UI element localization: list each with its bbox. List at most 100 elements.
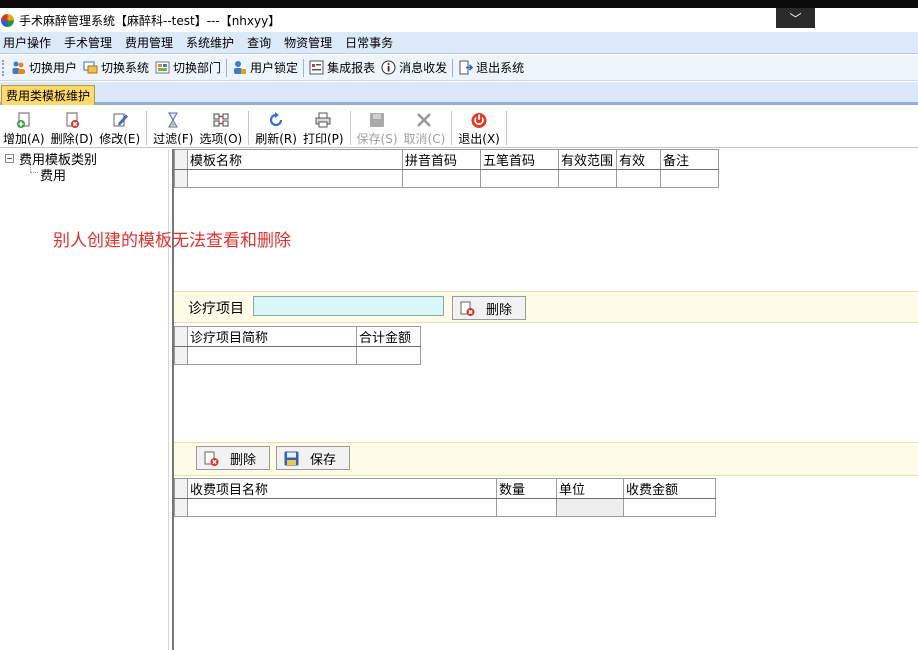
- diag-delete-button[interactable]: 删除: [452, 296, 526, 320]
- save-button[interactable]: 保存(S): [354, 111, 401, 147]
- diag-delete-label: 删除: [486, 302, 513, 318]
- column-header[interactable]: 收费项目名称: [187, 478, 497, 499]
- row-indicator-header: [174, 478, 188, 499]
- fee-delete-label: 删除: [230, 452, 257, 468]
- table-cell[interactable]: [402, 169, 481, 188]
- fee-save-button[interactable]: 保存: [276, 446, 350, 470]
- switch-system-label: 切换系统: [101, 61, 150, 75]
- users-icon: [11, 60, 26, 75]
- filter-button[interactable]: 过滤(F): [150, 111, 196, 147]
- column-header[interactable]: 收费金额: [623, 478, 716, 499]
- column-header[interactable]: 备注: [660, 149, 719, 170]
- toolbar-separator: [505, 111, 507, 145]
- options-label: 选项(O): [199, 132, 243, 146]
- column-header[interactable]: 模板名称: [187, 149, 403, 170]
- fee-item-grid: 收费项目名称 数量 单位 收费金额: [174, 478, 716, 517]
- switch-user-button[interactable]: 切换用户: [8, 58, 80, 78]
- edit-button[interactable]: 修改(E): [96, 111, 143, 147]
- table-cell[interactable]: [496, 498, 557, 517]
- diag-item-grid: 诊疗项目简称 合计金额: [174, 326, 421, 365]
- cancel-x-icon: [415, 111, 433, 129]
- column-header[interactable]: 数量: [496, 478, 557, 499]
- switch-dept-button[interactable]: 切换部门: [152, 58, 224, 78]
- switch-system-button[interactable]: 切换系统: [80, 58, 152, 78]
- table-row[interactable]: [174, 169, 719, 188]
- row-indicator-header: [174, 149, 188, 170]
- row-indicator: [174, 346, 188, 365]
- table-cell[interactable]: [616, 169, 661, 188]
- column-header[interactable]: 有效范围: [558, 149, 617, 170]
- tree-collapse-toggle[interactable]: −: [5, 154, 14, 163]
- column-header[interactable]: 五笔首码: [480, 149, 559, 170]
- exit-label: 退出(X): [458, 132, 500, 146]
- table-cell: [556, 498, 624, 517]
- toolbar-separator: [146, 111, 148, 145]
- app-logo-icon: [1, 13, 14, 27]
- table-row[interactable]: [174, 346, 421, 365]
- tree-connector: [30, 162, 31, 172]
- refresh-button[interactable]: 刷新(R): [252, 111, 300, 147]
- table-cell[interactable]: [187, 346, 357, 365]
- integrated-report-label: 集成报表: [327, 61, 376, 75]
- menu-fees[interactable]: 费用管理: [120, 34, 181, 51]
- menu-query[interactable]: 查询: [242, 34, 279, 51]
- diag-item-input[interactable]: [253, 296, 444, 316]
- exit-system-button[interactable]: 退出系统: [455, 58, 527, 78]
- add-button[interactable]: 增加(A): [0, 111, 48, 147]
- toolbar-separator: [349, 111, 351, 145]
- table-cell[interactable]: [623, 498, 716, 517]
- tab-strip-accent: [0, 102, 918, 105]
- options-button[interactable]: 选项(O): [196, 111, 245, 147]
- row-indicator: [174, 169, 188, 188]
- edit-label: 修改(E): [99, 132, 141, 146]
- exit-button[interactable]: 退出(X): [455, 111, 503, 147]
- print-button[interactable]: 打印(P): [300, 111, 347, 147]
- messages-label: 消息收发: [399, 61, 448, 75]
- menu-user-ops[interactable]: 用户操作: [0, 34, 59, 51]
- cancel-label: 取消(C): [403, 132, 446, 146]
- menu-system[interactable]: 系统维护: [181, 34, 242, 51]
- exit-system-label: 退出系统: [476, 61, 525, 75]
- hourglass-filter-icon: [164, 111, 182, 129]
- column-header[interactable]: 拼音首码: [402, 149, 481, 170]
- delete-document-icon: [63, 111, 81, 129]
- menu-daily[interactable]: 日常事务: [340, 34, 401, 51]
- table-cell[interactable]: [558, 169, 617, 188]
- table-cell[interactable]: [187, 169, 403, 188]
- table-cell[interactable]: [187, 498, 497, 517]
- chevron-down-icon: ﹀: [789, 11, 802, 26]
- column-header[interactable]: 合计金额: [356, 326, 421, 347]
- fee-delete-button[interactable]: 删除: [196, 446, 270, 470]
- document-tab-strip: 费用类模板维护: [0, 82, 918, 105]
- switch-user-label: 切换用户: [29, 61, 78, 75]
- department-icon: [155, 60, 170, 75]
- printer-icon: [314, 111, 332, 129]
- edit-pencil-icon: [111, 111, 129, 129]
- permission-notice: 别人创建的模板无法查看和删除: [53, 231, 291, 251]
- tab-fee-template-maintenance[interactable]: 费用类模板维护: [1, 85, 96, 105]
- messages-button[interactable]: 消息收发: [378, 58, 450, 78]
- window-title: 手术麻醉管理系统【麻醉科--test】---【nhxyy】: [19, 13, 281, 28]
- refresh-icon: [267, 111, 285, 129]
- cancel-button[interactable]: 取消(C): [401, 111, 449, 147]
- table-cell[interactable]: [356, 346, 421, 365]
- quickbar-separator: [226, 58, 228, 77]
- collapse-caption-button[interactable]: ﹀: [776, 8, 815, 28]
- table-cell[interactable]: [480, 169, 559, 188]
- column-header[interactable]: 诊疗项目简称: [187, 326, 357, 347]
- delete-button[interactable]: 删除(D): [48, 111, 97, 147]
- tree-connector: [30, 172, 38, 173]
- quickbar-separator: [303, 58, 305, 77]
- options-grid-icon: [212, 111, 230, 129]
- menu-surgery[interactable]: 手术管理: [59, 34, 120, 51]
- menu-materials[interactable]: 物资管理: [279, 34, 340, 51]
- table-cell[interactable]: [660, 169, 719, 188]
- tree-node-fee[interactable]: 费用: [40, 165, 66, 184]
- column-header[interactable]: 有效: [616, 149, 661, 170]
- integrated-report-button[interactable]: 集成报表: [306, 58, 378, 78]
- report-icon: [309, 60, 324, 75]
- column-header[interactable]: 单位: [556, 478, 624, 499]
- panel-splitter[interactable]: [172, 149, 174, 650]
- user-lock-button[interactable]: 用户锁定: [229, 58, 301, 78]
- table-row[interactable]: [174, 498, 716, 517]
